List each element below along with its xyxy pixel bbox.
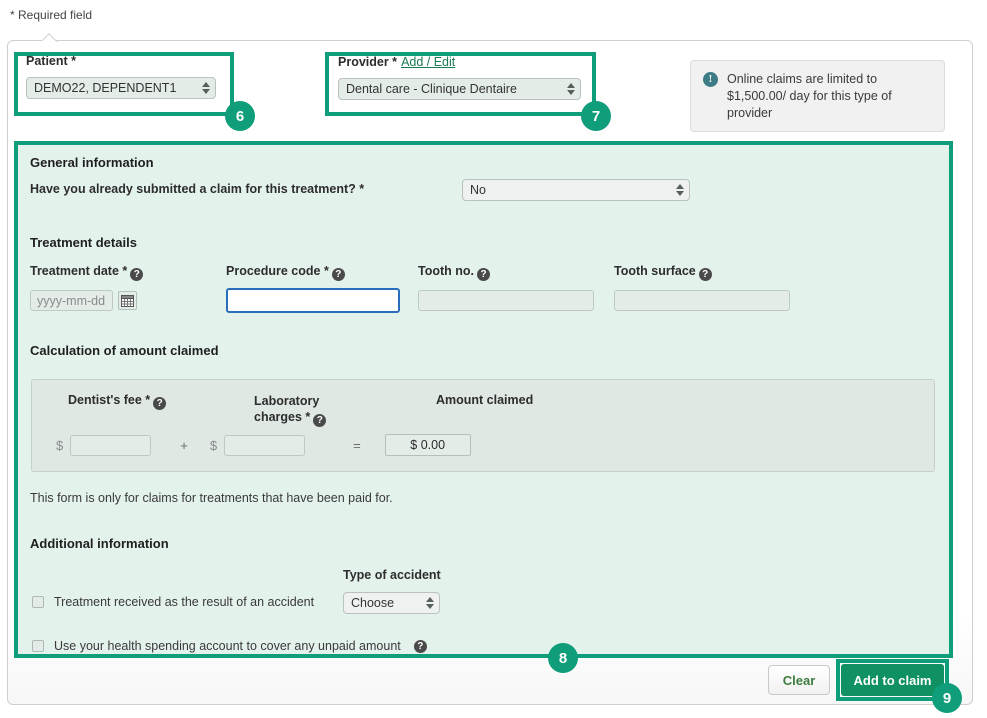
hsa-checkbox-row: Use your health spending account to cove… [32, 639, 427, 653]
annotation-box-patient [14, 52, 234, 116]
annotation-badge-6: 6 [225, 101, 255, 131]
tooth-no-group: Tooth no.? [418, 264, 594, 311]
dentist-fee-label: Dentist's fee *? [68, 393, 166, 410]
help-icon[interactable]: ? [313, 414, 326, 427]
hsa-checkbox-label: Use your health spending account to cove… [54, 639, 401, 653]
treatment-details-heading: Treatment details [30, 235, 137, 250]
type-of-accident-select[interactable]: Choose [343, 592, 440, 614]
treatment-date-row [30, 290, 143, 311]
tooth-no-input[interactable] [418, 290, 594, 311]
procedure-code-group: Procedure code *? [226, 264, 400, 313]
already-submitted-value: No [470, 183, 486, 197]
dentist-fee-input[interactable] [70, 435, 151, 456]
help-icon[interactable]: ? [130, 268, 143, 281]
tooth-no-label: Tooth no.? [418, 264, 594, 281]
help-icon[interactable]: ? [414, 640, 427, 653]
treatment-date-group: Treatment date *? [30, 264, 143, 311]
tooth-surface-group: Tooth surface? [614, 264, 790, 311]
annotation-badge-8: 8 [548, 643, 578, 673]
help-icon[interactable]: ? [699, 268, 712, 281]
chevron-updown-icon [675, 182, 684, 198]
additional-information-heading: Additional information [30, 536, 169, 551]
treatment-date-label: Treatment date *? [30, 264, 143, 281]
clear-button[interactable]: Clear [768, 665, 830, 695]
card-notch [42, 32, 60, 42]
laboratory-charges-label: Laboratorycharges *? [254, 393, 364, 427]
tooth-surface-label: Tooth surface? [614, 264, 790, 281]
help-icon[interactable]: ? [477, 268, 490, 281]
laboratory-charges-input[interactable] [224, 435, 305, 456]
already-submitted-select[interactable]: No [462, 179, 690, 201]
amount-claimed-label: Amount claimed [436, 393, 533, 407]
procedure-code-label: Procedure code *? [226, 264, 400, 281]
annotation-badge-9: 9 [932, 683, 962, 713]
equals-operator: = [353, 438, 361, 453]
general-information-heading: General information [30, 155, 154, 170]
accident-checkbox-row: Treatment received as the result of an a… [32, 595, 314, 609]
claim-limit-info-box: ! Online claims are limited to $1,500.00… [690, 60, 945, 132]
paid-treatments-disclaimer: This form is only for claims for treatme… [30, 491, 393, 505]
required-field-note: * Required field [10, 8, 92, 22]
help-icon[interactable]: ? [153, 397, 166, 410]
amount-claimed-value: $ 0.00 [385, 434, 471, 456]
calculation-heading: Calculation of amount claimed [30, 343, 219, 358]
type-of-accident-label: Type of accident [343, 568, 441, 582]
lab-charges-currency: $ [210, 438, 217, 453]
help-icon[interactable]: ? [332, 268, 345, 281]
accident-checkbox-label: Treatment received as the result of an a… [54, 595, 314, 609]
calendar-glyph [121, 294, 134, 307]
annotation-badge-7: 7 [581, 101, 611, 131]
hsa-checkbox[interactable] [32, 640, 44, 652]
calculation-row: $ + $ = $ 0.00 [56, 434, 471, 456]
calculation-box: Dentist's fee *? Laboratorycharges *? Am… [31, 379, 935, 472]
calendar-icon[interactable] [118, 291, 137, 310]
plus-operator: + [180, 438, 188, 453]
chevron-updown-icon [425, 595, 434, 611]
claim-form-page: * Required field Patient * DEMO22, DEPEN… [0, 0, 987, 718]
annotation-box-provider [325, 52, 596, 116]
info-exclamation-icon: ! [703, 72, 718, 87]
claim-details-panel: General information Have you already sub… [14, 141, 953, 658]
procedure-code-input[interactable] [226, 288, 400, 313]
tooth-surface-input[interactable] [614, 290, 790, 311]
already-submitted-label: Have you already submitted a claim for t… [30, 182, 364, 196]
treatment-date-input[interactable] [30, 290, 113, 311]
accident-checkbox[interactable] [32, 596, 44, 608]
claim-limit-info-text: Online claims are limited to $1,500.00/ … [727, 71, 934, 121]
type-of-accident-value: Choose [351, 596, 394, 610]
dentist-fee-currency: $ [56, 438, 63, 453]
